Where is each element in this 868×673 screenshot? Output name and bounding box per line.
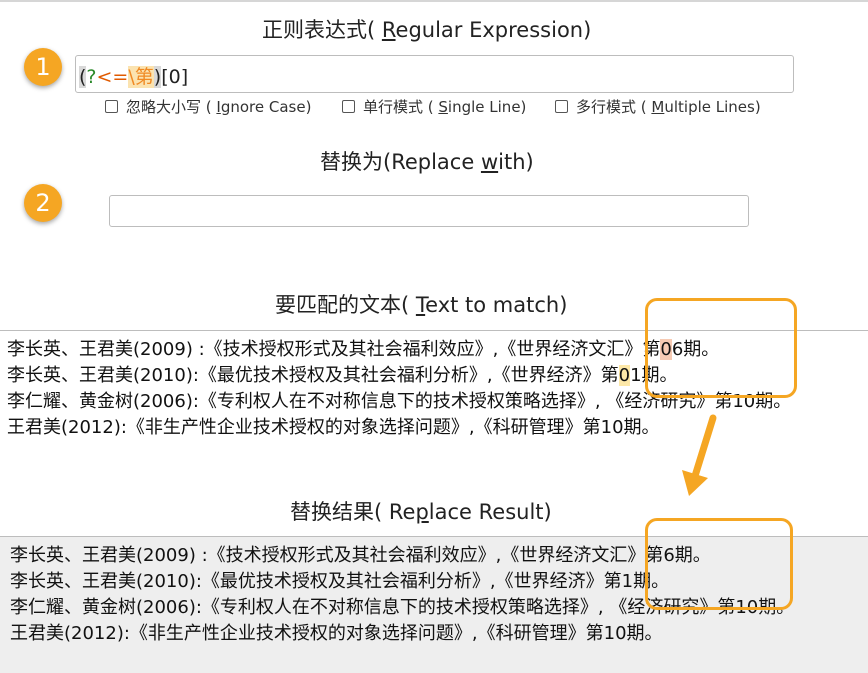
result-title: 替换结果( Replace Result) — [290, 500, 552, 524]
result-line: 王君美(2012):《非生产性企业技术授权的对象选择问题》,《科研管理》第10期… — [10, 623, 663, 644]
regex-title: 正则表达式( Regular Expression) — [262, 18, 592, 42]
option-ignore-case[interactable]: 忽略大小写 ( Ignore Case) — [105, 96, 311, 117]
step-1-badge: 1 — [24, 48, 62, 86]
replace-input[interactable] — [109, 195, 749, 227]
regex-pattern: (?<=\第)[0] — [79, 66, 189, 88]
ignore-case-checkbox[interactable] — [105, 100, 118, 113]
multiple-lines-checkbox[interactable] — [555, 100, 568, 113]
option-multiple-lines[interactable]: 多行模式 ( Multiple Lines) — [555, 96, 761, 117]
step-2-badge: 2 — [24, 184, 62, 222]
result-highlight-box — [645, 518, 793, 610]
match-line: 王君美(2012):《非生产性企业技术授权的对象选择问题》,《科研管理》第10期… — [7, 417, 660, 438]
top-strip — [0, 0, 868, 2]
arrow-down-icon — [682, 414, 717, 496]
option-single-line[interactable]: 单行模式 ( Single Line) — [342, 96, 526, 117]
match-highlight-box — [645, 298, 797, 398]
match-title: 要匹配的文本( Text to match) — [275, 293, 568, 317]
regex-input[interactable]: (?<=\第)[0] — [75, 55, 794, 93]
replace-title: 替换为(Replace with) — [320, 150, 534, 174]
single-line-checkbox[interactable] — [342, 100, 355, 113]
